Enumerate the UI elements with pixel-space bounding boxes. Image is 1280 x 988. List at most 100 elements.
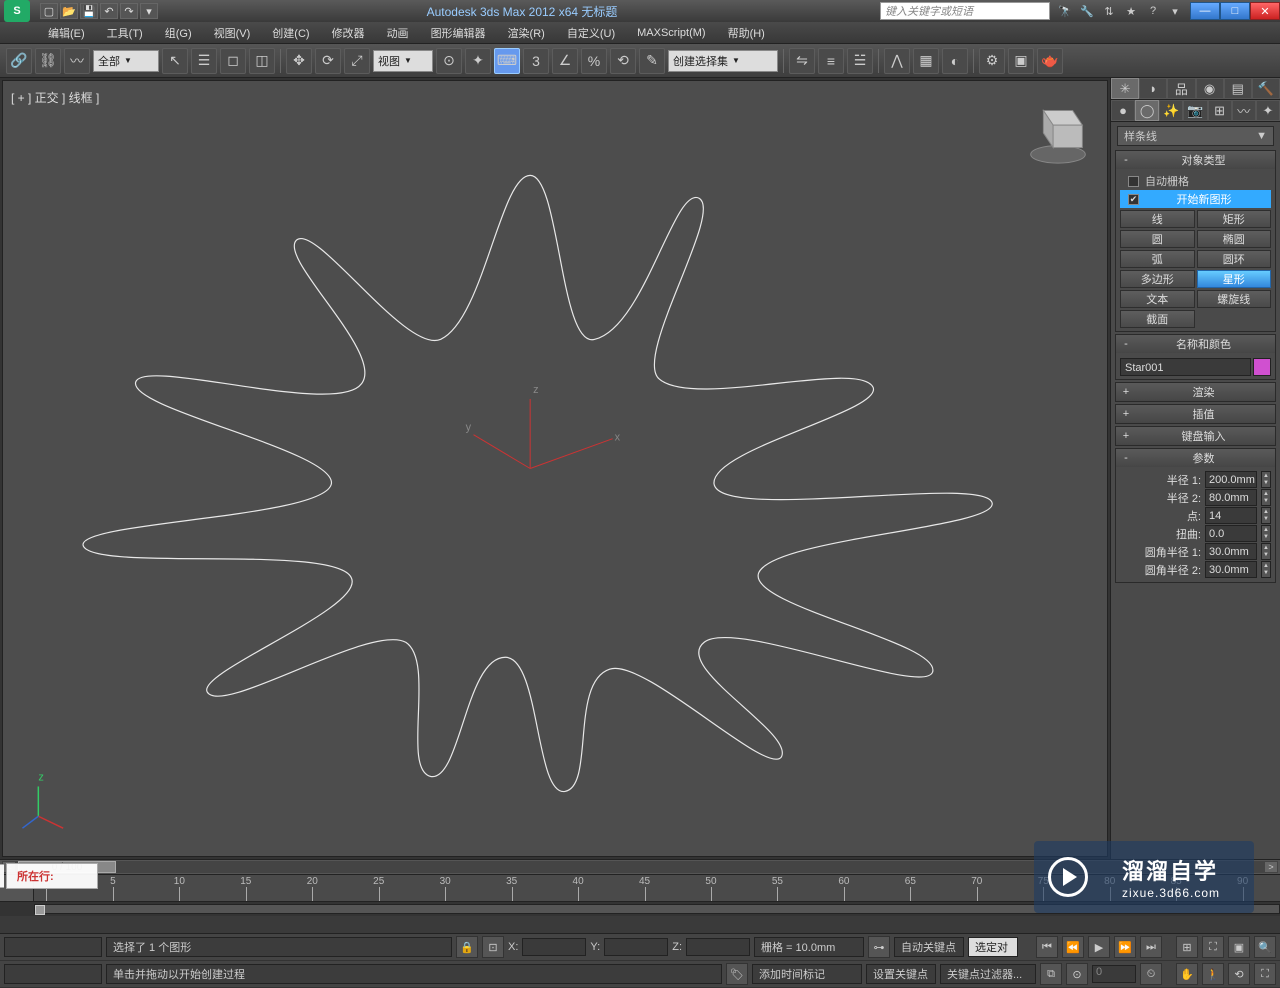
subtab-geometry-icon[interactable]: ● [1111, 100, 1135, 121]
qat-new-icon[interactable]: ▢ [40, 3, 58, 19]
shape-ngon[interactable]: 多边形 [1120, 270, 1195, 288]
shape-line[interactable]: 线 [1120, 210, 1195, 228]
radius1-input[interactable]: 200.0mm [1205, 471, 1257, 488]
tab-modify-icon[interactable]: ◗ [1139, 78, 1167, 99]
star-icon[interactable]: ★ [1122, 2, 1140, 20]
manipulate-icon[interactable]: ✦ [465, 48, 491, 74]
tab-utilities-icon[interactable]: 🔨 [1252, 78, 1280, 99]
spinner-snap-icon[interactable]: ⟲ [610, 48, 636, 74]
selection-filter-dropdown[interactable]: 全部▼ [93, 50, 159, 72]
distortion-input[interactable]: 0.0 [1205, 525, 1257, 542]
x-input[interactable] [522, 938, 586, 956]
fillet2-input[interactable]: 30.0mm [1205, 561, 1257, 578]
rollout-parameters-header[interactable]: -参数 [1116, 449, 1275, 467]
key-mode-toggle-icon[interactable]: ⧉ [1040, 963, 1062, 985]
auto-grid-checkbox[interactable] [1128, 176, 1139, 187]
mirror-icon[interactable]: ⇋ [789, 48, 815, 74]
subtab-shapes-icon[interactable]: ◯ [1135, 100, 1159, 121]
category-dropdown[interactable]: 样条线▼ [1117, 126, 1274, 146]
qat-open-icon[interactable]: 📂 [60, 3, 78, 19]
radius2-spinner[interactable]: ▲▼ [1261, 489, 1271, 506]
menu-rendering[interactable]: 渲染(R) [498, 23, 555, 43]
menu-maxscript[interactable]: MAXScript(M) [627, 25, 715, 41]
tab-create-icon[interactable]: ✳ [1111, 78, 1139, 99]
fillet1-input[interactable]: 30.0mm [1205, 543, 1257, 560]
key-mode-dropdown[interactable]: 选定对 [968, 937, 1018, 957]
nav-isolate-icon[interactable]: ⊞ [1176, 936, 1198, 958]
menu-help[interactable]: 帮助(H) [718, 23, 775, 43]
absolute-mode-icon[interactable]: ⊡ [482, 936, 504, 958]
menu-tools[interactable]: 工具(T) [97, 23, 153, 43]
prev-key-icon[interactable]: ⏪ [1062, 936, 1084, 958]
script-listener[interactable] [4, 937, 102, 957]
script-mini-listener[interactable] [4, 964, 102, 984]
nav-max-toggle-icon[interactable]: ⛶ [1254, 963, 1276, 985]
exchange-icon[interactable]: ⇅ [1100, 2, 1118, 20]
minimize-button[interactable]: — [1190, 2, 1220, 20]
shape-donut[interactable]: 圆环 [1197, 250, 1272, 268]
wrench-icon[interactable]: 🔧 [1078, 2, 1096, 20]
time-config-icon[interactable]: ⊙ [1066, 963, 1088, 985]
nav-fov-icon[interactable]: ▣ [1228, 936, 1250, 958]
rendered-frame-icon[interactable]: ▣ [1008, 48, 1034, 74]
goto-end-icon[interactable]: ⏭ [1140, 936, 1162, 958]
angle-snap-icon[interactable]: ∠ [552, 48, 578, 74]
tab-hierarchy-icon[interactable]: 品 [1167, 78, 1195, 99]
layer-manager-icon[interactable]: ☱ [847, 48, 873, 74]
nav-walk-icon[interactable]: 🚶 [1202, 963, 1224, 985]
maximize-button[interactable]: □ [1220, 2, 1250, 20]
shape-star[interactable]: 星形 [1197, 270, 1272, 288]
edit-named-selection-icon[interactable]: ✎ [639, 48, 665, 74]
subtab-spacewarps-icon[interactable]: 〰 [1232, 100, 1256, 121]
auto-key-button[interactable]: 自动关键点 [894, 937, 964, 957]
tab-motion-icon[interactable]: ◉ [1196, 78, 1224, 99]
keyboard-shortcut-icon[interactable]: ⌨ [494, 48, 520, 74]
fillet2-spinner[interactable]: ▲▼ [1261, 561, 1271, 578]
rollout-render-header[interactable]: +渲染 [1116, 383, 1275, 401]
rollout-object-type-header[interactable]: -对象类型 [1116, 151, 1275, 169]
render-production-icon[interactable]: 🫖 [1037, 48, 1063, 74]
help-search-input[interactable]: 键入关键字或短语 [880, 2, 1050, 20]
curve-editor-icon[interactable]: ⋀ [884, 48, 910, 74]
percent-snap-icon[interactable]: % [581, 48, 607, 74]
nav-zoom-extents-icon[interactable]: ⛶ [1202, 936, 1224, 958]
add-time-tag[interactable]: 添加时间标记 [752, 964, 862, 984]
menu-graph-editors[interactable]: 图形编辑器 [421, 23, 496, 43]
time-tag-icon[interactable]: 🏷 [726, 963, 748, 985]
select-window-crossing-icon[interactable]: ◫ [249, 48, 275, 74]
menu-modifiers[interactable]: 修改器 [322, 23, 375, 43]
named-selection-dropdown[interactable]: 创建选择集▼ [668, 50, 778, 72]
set-key-button[interactable]: 设置关键点 [866, 964, 936, 984]
lock-selection-icon[interactable]: 🔒 [456, 936, 478, 958]
current-frame-input[interactable]: 0 [1092, 965, 1136, 983]
qat-redo-icon[interactable]: ↷ [120, 3, 138, 19]
help-dd-icon[interactable]: ▾ [1166, 2, 1184, 20]
menu-create[interactable]: 创建(C) [262, 23, 319, 43]
material-editor-icon[interactable]: ◐ [942, 48, 968, 74]
rollout-name-color-header[interactable]: -名称和颜色 [1116, 335, 1275, 353]
shape-text[interactable]: 文本 [1120, 290, 1195, 308]
rollout-interpolation-header[interactable]: +插值 [1116, 405, 1275, 423]
pivot-center-icon[interactable]: ⊙ [436, 48, 462, 74]
menu-animation[interactable]: 动画 [377, 23, 419, 43]
object-name-input[interactable]: Star001 [1120, 358, 1251, 376]
close-button[interactable]: ✕ [1250, 2, 1280, 20]
shape-arc[interactable]: 弧 [1120, 250, 1195, 268]
bind-spacewarp-icon[interactable]: 〰 [64, 48, 90, 74]
help-icon[interactable]: ? [1144, 2, 1162, 20]
nav-pan-icon[interactable]: ✋ [1176, 963, 1198, 985]
menu-views[interactable]: 视图(V) [204, 23, 261, 43]
shape-section[interactable]: 截面 [1120, 310, 1195, 328]
points-input[interactable]: 14 [1205, 507, 1257, 524]
subtab-systems-icon[interactable]: ✦ [1256, 100, 1280, 121]
distortion-spinner[interactable]: ▲▼ [1261, 525, 1271, 542]
shape-circle[interactable]: 圆 [1120, 230, 1195, 248]
y-input[interactable] [604, 938, 668, 956]
align-icon[interactable]: ≡ [818, 48, 844, 74]
snap-toggle-icon[interactable]: 3 [523, 48, 549, 74]
view-cube[interactable] [1019, 91, 1097, 169]
object-color-swatch[interactable] [1253, 358, 1271, 376]
render-setup-icon[interactable]: ⚙ [979, 48, 1005, 74]
select-object-icon[interactable]: ↖ [162, 48, 188, 74]
key-filters-button[interactable]: 关键点过滤器... [940, 964, 1036, 984]
